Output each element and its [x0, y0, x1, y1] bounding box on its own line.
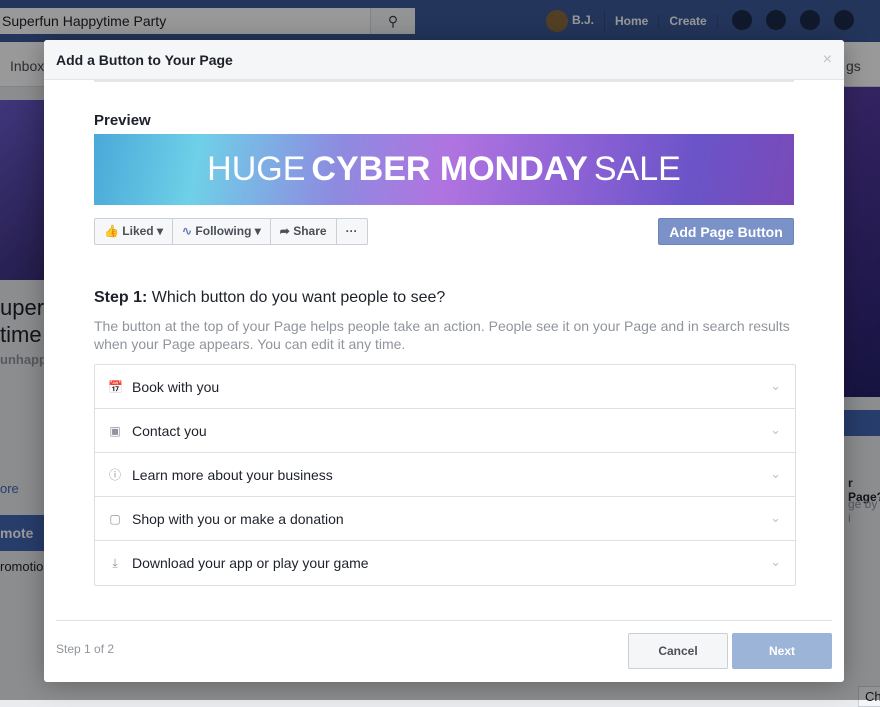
- button-options-list: 📅 Book with you ⌄ ▣ Contact you ⌄ ⓘ Learn mor…: [94, 364, 796, 586]
- thumbs-up-icon: 👍: [104, 224, 119, 238]
- more-options-button[interactable]: ···: [337, 219, 367, 244]
- option-label: Contact you: [132, 422, 207, 439]
- caret-down-icon: ▾: [254, 224, 261, 238]
- dialog-title: Add a Button to Your Page: [44, 40, 844, 80]
- chevron-down-icon: ⌄: [770, 422, 781, 437]
- share-label: Share: [293, 224, 327, 238]
- share-button[interactable]: ➦ Share: [271, 219, 337, 244]
- banner-text-1: HUGE: [207, 150, 306, 188]
- option-label: Book with you: [132, 378, 220, 395]
- preview-label: Preview: [94, 112, 151, 129]
- option-label: Download your app or play your game: [132, 555, 369, 571]
- rss-icon: ∿: [182, 224, 193, 238]
- step-description: The button at the top of your Page helps…: [94, 318, 790, 352]
- banner-text-2: CYBER MONDAY: [311, 150, 588, 188]
- chevron-down-icon: ⌄: [770, 554, 781, 569]
- step-counter: Step 1 of 2: [56, 642, 115, 656]
- option-download[interactable]: ⤓ Download your app or play your game ⌄: [95, 541, 795, 585]
- option-contact[interactable]: ▣ Contact you ⌄: [95, 409, 795, 453]
- close-icon[interactable]: ×: [823, 51, 832, 69]
- shopping-bag-icon: ▢: [109, 511, 121, 526]
- option-shop[interactable]: ▢ Shop with you or make a donation ⌄: [95, 497, 795, 541]
- step-heading: Step 1: Which button do you want people …: [94, 289, 445, 307]
- following-button[interactable]: ∿ Following ▾: [173, 219, 271, 244]
- chevron-down-icon: ⌄: [770, 378, 781, 393]
- info-icon: ⓘ: [108, 468, 121, 482]
- liked-label: Liked: [122, 224, 154, 238]
- option-label: Learn more about your business: [132, 466, 333, 483]
- cancel-button[interactable]: Cancel: [628, 633, 728, 669]
- liked-button[interactable]: 👍 Liked ▾: [95, 219, 174, 244]
- caret-down-icon: ▾: [156, 224, 164, 238]
- next-button[interactable]: Next: [732, 633, 832, 669]
- banner-text-3: SALE: [593, 150, 681, 188]
- share-arrow-icon: ➦: [279, 224, 290, 238]
- divider: [94, 80, 794, 82]
- chevron-down-icon: ⌄: [770, 510, 781, 525]
- add-button-dialog: Add a Button to Your Page × Preview HUGE…: [44, 40, 844, 682]
- option-book[interactable]: 📅 Book with you ⌄: [95, 365, 795, 409]
- chevron-down-icon: ⌄: [770, 466, 781, 481]
- add-page-button[interactable]: Add Page Button: [658, 218, 794, 245]
- following-label: Following: [195, 224, 252, 238]
- step-question: Which button do you want people to see?: [151, 289, 446, 306]
- download-icon: ⤓: [112, 555, 118, 570]
- step-prefix: Step 1:: [94, 289, 148, 306]
- option-learn-more[interactable]: ⓘ Learn more about your business ⌄: [95, 453, 795, 497]
- page-actions: 👍 Liked ▾ ∿ Following ▾ ➦ Share ···: [94, 218, 368, 245]
- footer-divider: [56, 620, 832, 621]
- chat-bubbles-icon: ▣: [109, 423, 121, 438]
- cover-banner: HUGE CYBER MONDAY SALE: [94, 134, 794, 205]
- calendar-icon: 📅: [108, 379, 123, 394]
- option-label: Shop with you or make a donation: [132, 510, 344, 527]
